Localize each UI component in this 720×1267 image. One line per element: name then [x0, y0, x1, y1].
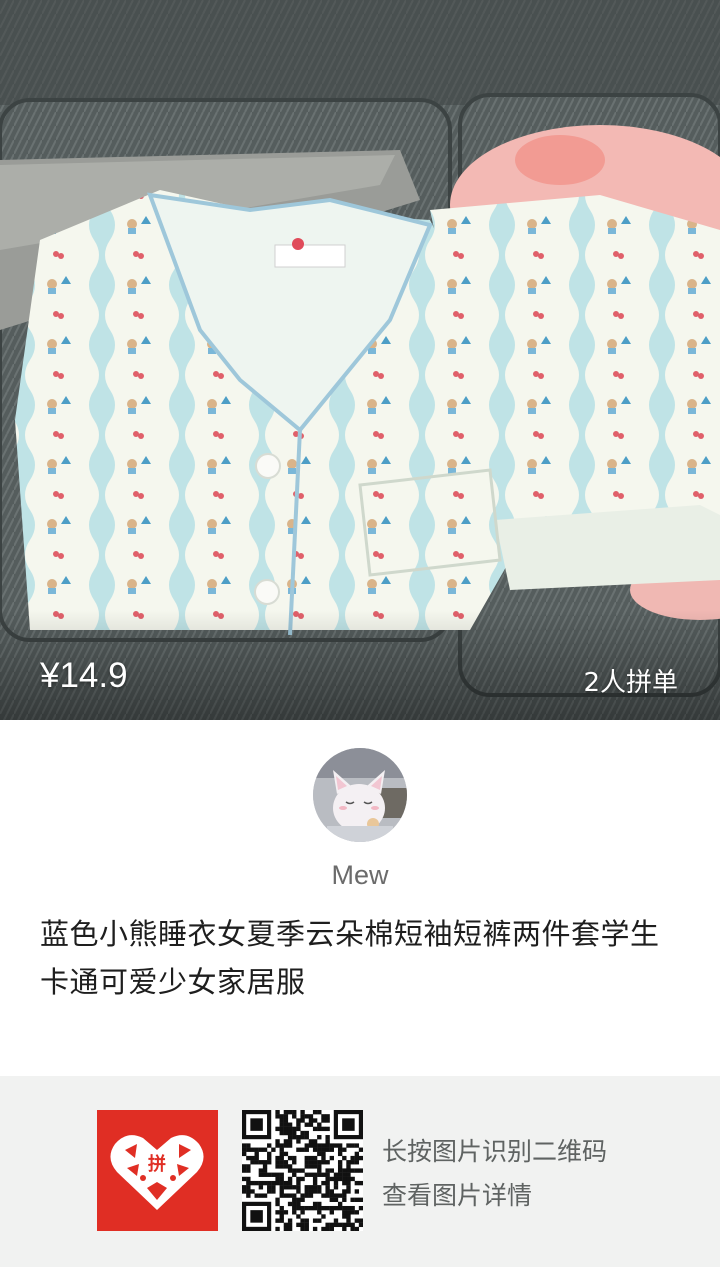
- qr-code-icon[interactable]: [242, 1110, 363, 1231]
- seller-avatar[interactable]: [313, 748, 407, 842]
- seller-name: Mew: [331, 860, 389, 890]
- product-title: 蓝色小熊睡衣女夏季云朵棉短袖短裤两件套学生卡通可爱少女家居服: [40, 917, 660, 999]
- pinduoduo-logo-text: 拼: [148, 1153, 166, 1175]
- cat-avatar-icon: [313, 748, 407, 842]
- share-footer: 拼 长按图片识别二维码 查看图片详情: [0, 1076, 720, 1267]
- qr-hint-text: 长按图片识别二维码 查看图片详情: [382, 1130, 607, 1218]
- product-photo[interactable]: ¥14.9 2人拼单: [0, 0, 720, 720]
- pinduoduo-logo-icon: 拼: [97, 1110, 218, 1231]
- price-label: ¥14.9: [40, 656, 128, 695]
- qr-hint-line1: 长按图片识别二维码: [382, 1137, 608, 1166]
- qr-hint-line2: 查看图片详情: [382, 1181, 533, 1210]
- group-buy-label: 2人拼单: [583, 668, 678, 698]
